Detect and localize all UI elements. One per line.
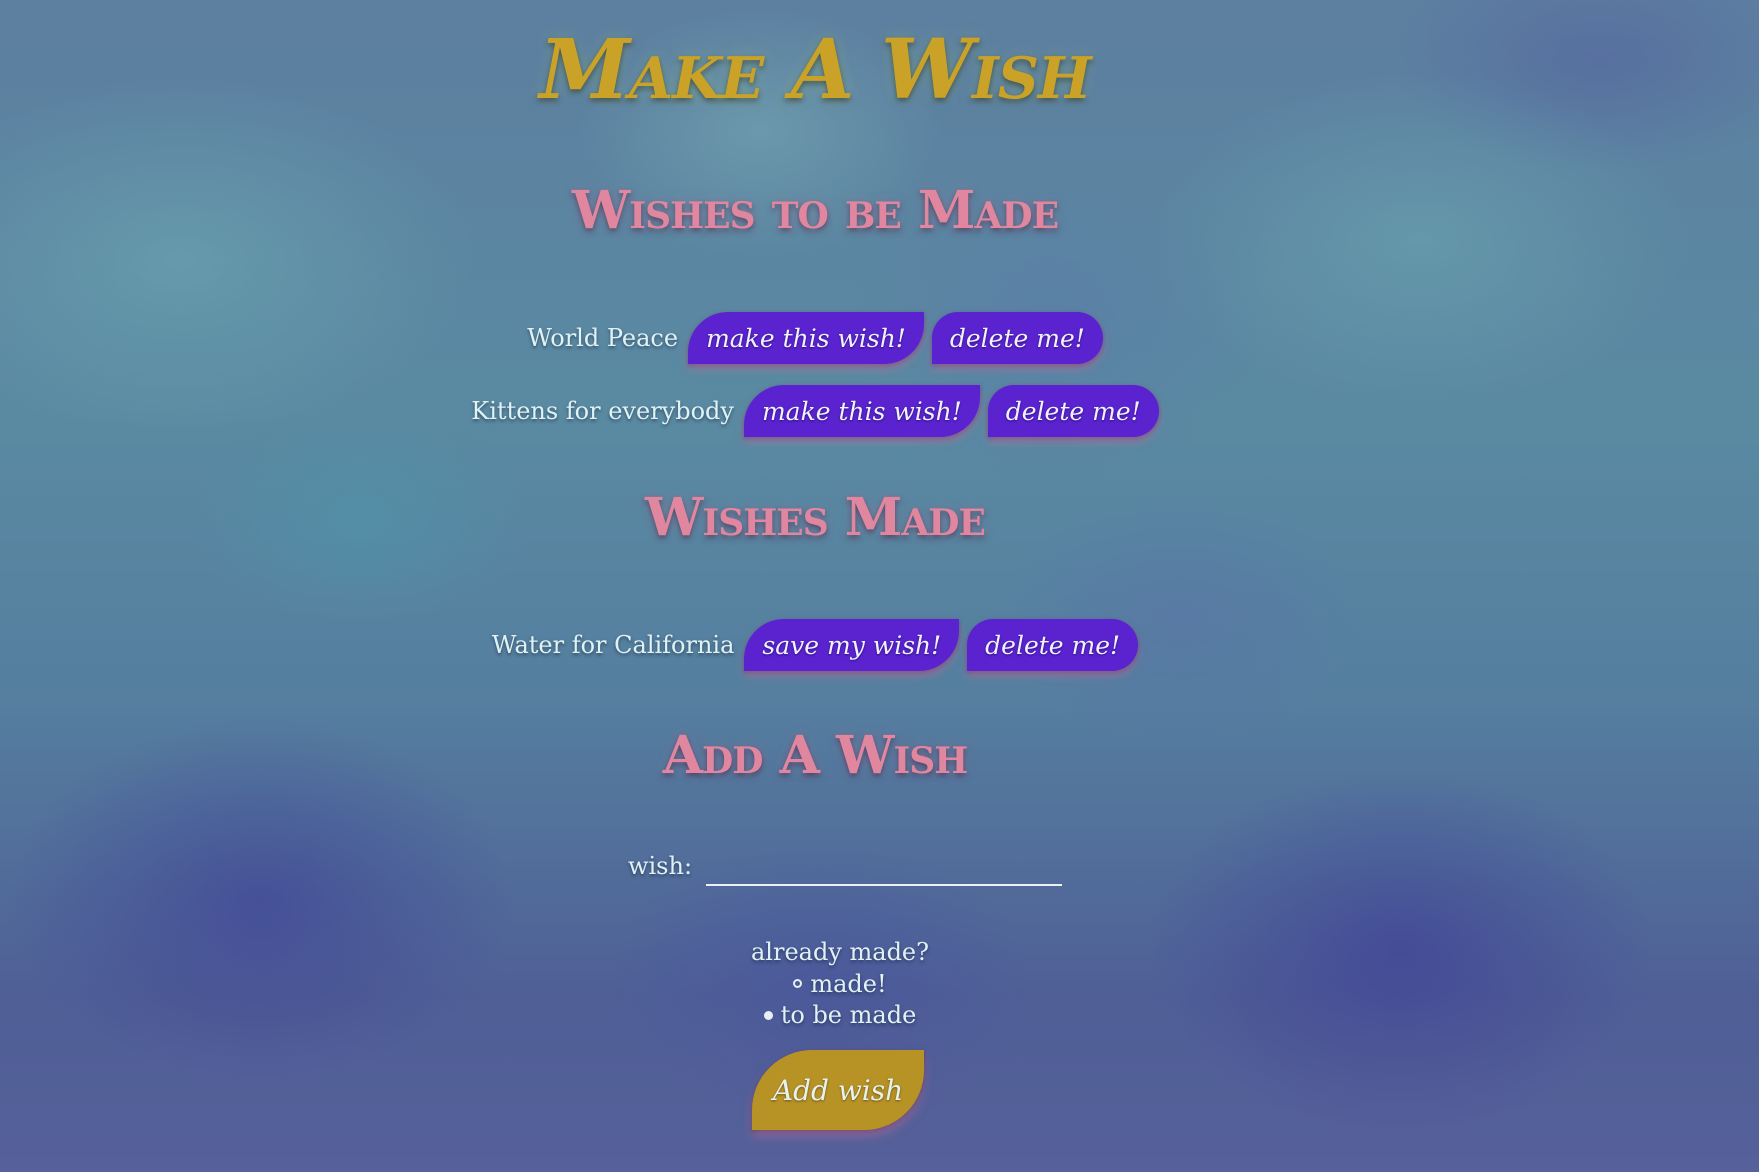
already-made-radio-group: already made? made! to be made — [0, 938, 1680, 1029]
radio-unselected-icon[interactable] — [793, 979, 803, 988]
delete-wish-button[interactable]: delete me! — [967, 619, 1139, 671]
wish-form-row: wish: — [0, 846, 1690, 886]
heading-wishes-made: Wishes Made — [645, 487, 986, 548]
wish-row: World Peace make this wish! delete me! — [0, 312, 1630, 364]
delete-wish-button[interactable]: delete me! — [931, 312, 1103, 364]
make-wish-button[interactable]: make this wish! — [688, 312, 924, 364]
heading-add-a-wish: Add A Wish — [662, 725, 969, 786]
wish-row: Kittens for everybody make this wish! de… — [0, 385, 1630, 437]
wish-field-label: wish: — [627, 852, 693, 880]
wish-label: Water for California — [491, 631, 735, 659]
radio-option-to-be-made[interactable]: to be made — [763, 1001, 917, 1029]
add-wish-button[interactable]: Add wish — [752, 1050, 924, 1130]
heading-wishes-to-be-made: Wishes to be Made — [571, 180, 1059, 241]
make-wish-button[interactable]: make this wish! — [743, 385, 980, 437]
delete-wish-button[interactable]: delete me! — [987, 385, 1159, 437]
radio-option-label: to be made — [780, 1001, 917, 1029]
radio-option-label: made! — [810, 969, 887, 998]
wish-label: World Peace — [527, 324, 679, 352]
wish-label: Kittens for everybody — [471, 397, 734, 425]
wish-input[interactable] — [706, 846, 1063, 886]
wish-row: Water for California save my wish! delet… — [0, 619, 1630, 671]
save-wish-button[interactable]: save my wish! — [744, 619, 960, 671]
radio-selected-icon[interactable] — [763, 1010, 773, 1020]
page-title: Make A Wish — [539, 22, 1091, 118]
radio-option-made[interactable]: made! — [793, 969, 887, 998]
radio-question: already made? — [750, 938, 930, 966]
